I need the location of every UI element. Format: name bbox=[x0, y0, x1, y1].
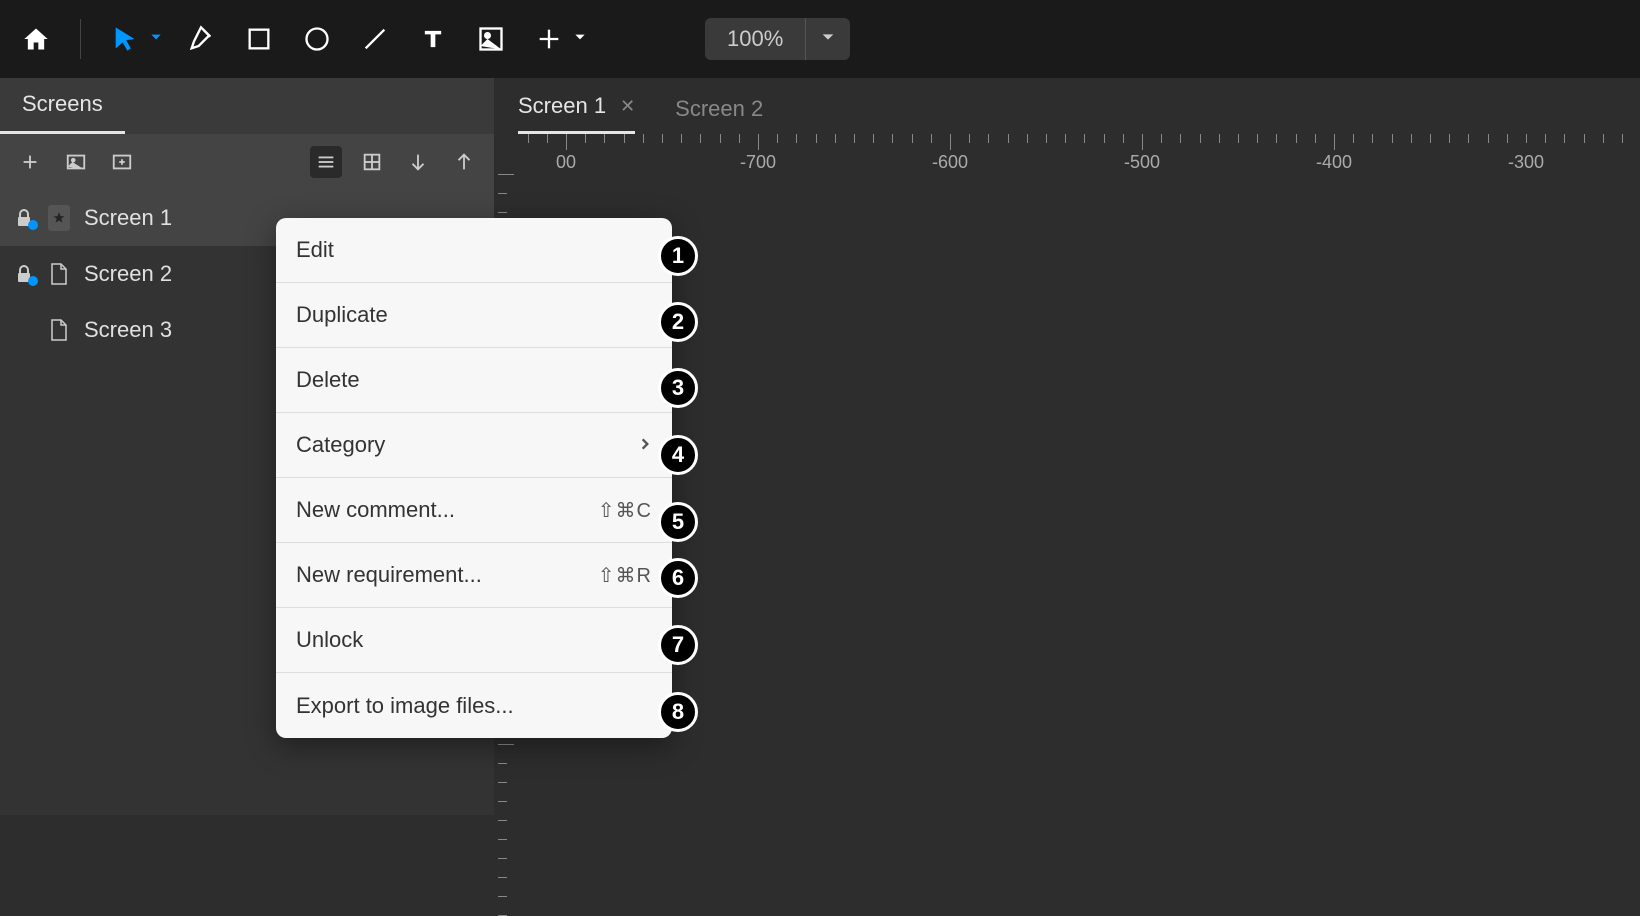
zoom-value[interactable]: 100% bbox=[705, 18, 806, 60]
top-toolbar: 100% bbox=[0, 0, 1640, 78]
line-tool[interactable] bbox=[355, 19, 395, 59]
star-page-icon bbox=[48, 205, 70, 231]
lock-icon bbox=[14, 265, 34, 283]
shortcut-label: ⇧⌘C bbox=[598, 498, 652, 523]
home-button[interactable] bbox=[16, 19, 56, 59]
context-menu-label: Unlock bbox=[296, 627, 363, 653]
annotation-badge: 8 bbox=[658, 692, 698, 732]
canvas-tab-label: Screen 1 bbox=[518, 93, 606, 119]
chevron-right-icon bbox=[638, 434, 652, 457]
sidebar-tab-screens[interactable]: Screens bbox=[0, 77, 125, 134]
zoom-control[interactable]: 100% bbox=[705, 18, 850, 60]
context-menu: Edit Duplicate Delete Category New comment..… bbox=[276, 218, 672, 738]
context-menu-item[interactable]: Unlock bbox=[276, 608, 672, 673]
context-menu-label: Edit bbox=[296, 237, 334, 263]
select-tool[interactable] bbox=[105, 19, 145, 59]
screen-label: Screen 2 bbox=[84, 261, 172, 287]
toolbar-divider bbox=[80, 19, 81, 59]
context-menu-item[interactable]: New comment... ⇧⌘C bbox=[276, 478, 672, 543]
context-menu-label: Delete bbox=[296, 367, 360, 393]
add-screen-button[interactable] bbox=[14, 146, 46, 178]
annotation-badge: 5 bbox=[658, 502, 698, 542]
context-menu-item[interactable]: Edit bbox=[276, 218, 672, 283]
context-menu-label: Export to image files... bbox=[296, 693, 514, 719]
image-tool[interactable] bbox=[471, 19, 511, 59]
select-tool-options[interactable] bbox=[149, 30, 163, 49]
context-menu-item[interactable]: Delete bbox=[276, 348, 672, 413]
context-menu-item[interactable]: Duplicate bbox=[276, 283, 672, 348]
sidebar-toolbar bbox=[0, 134, 494, 190]
pen-tool[interactable] bbox=[181, 19, 221, 59]
lock-icon bbox=[14, 209, 34, 227]
annotation-badge: 6 bbox=[658, 558, 698, 598]
view-list-button[interactable] bbox=[310, 146, 342, 178]
add-tool[interactable] bbox=[529, 19, 569, 59]
canvas-tab[interactable]: Screen 1 ✕ bbox=[518, 93, 635, 134]
annotation-badge: 7 bbox=[658, 625, 698, 665]
rectangle-tool[interactable] bbox=[239, 19, 279, 59]
add-tool-options[interactable] bbox=[573, 30, 587, 49]
screen-label: Screen 3 bbox=[84, 317, 172, 343]
add-folder-button[interactable] bbox=[106, 146, 138, 178]
view-grid-button[interactable] bbox=[356, 146, 388, 178]
context-menu-item[interactable]: Export to image files... bbox=[276, 673, 672, 738]
canvas-tab-label: Screen 2 bbox=[675, 96, 763, 122]
page-icon bbox=[48, 317, 70, 343]
context-menu-item[interactable]: Category bbox=[276, 413, 672, 478]
zoom-dropdown[interactable] bbox=[806, 29, 850, 50]
ellipse-tool[interactable] bbox=[297, 19, 337, 59]
annotation-badge: 1 bbox=[658, 236, 698, 276]
shortcut-label: ⇧⌘R bbox=[598, 563, 652, 588]
text-tool[interactable] bbox=[413, 19, 453, 59]
context-menu-label: New comment... bbox=[296, 497, 455, 523]
annotation-badge: 2 bbox=[658, 302, 698, 342]
context-menu-label: New requirement... bbox=[296, 562, 482, 588]
close-tab-icon[interactable]: ✕ bbox=[620, 96, 635, 117]
canvas-tabs: Screen 1 ✕ Screen 2 bbox=[494, 78, 1640, 134]
context-menu-label: Duplicate bbox=[296, 302, 388, 328]
canvas-tab[interactable]: Screen 2 bbox=[675, 96, 763, 134]
annotation-badge: 3 bbox=[658, 368, 698, 408]
context-menu-item[interactable]: New requirement... ⇧⌘R bbox=[276, 543, 672, 608]
annotation-badge: 4 bbox=[658, 435, 698, 475]
screen-label: Screen 1 bbox=[84, 205, 172, 231]
ruler-horizontal: 00-700-600-500-400-300 bbox=[518, 134, 1640, 174]
expand-button[interactable] bbox=[448, 146, 480, 178]
add-image-screen-button[interactable] bbox=[60, 146, 92, 178]
page-icon bbox=[48, 261, 70, 287]
context-menu-label: Category bbox=[296, 432, 385, 458]
collapse-button[interactable] bbox=[402, 146, 434, 178]
